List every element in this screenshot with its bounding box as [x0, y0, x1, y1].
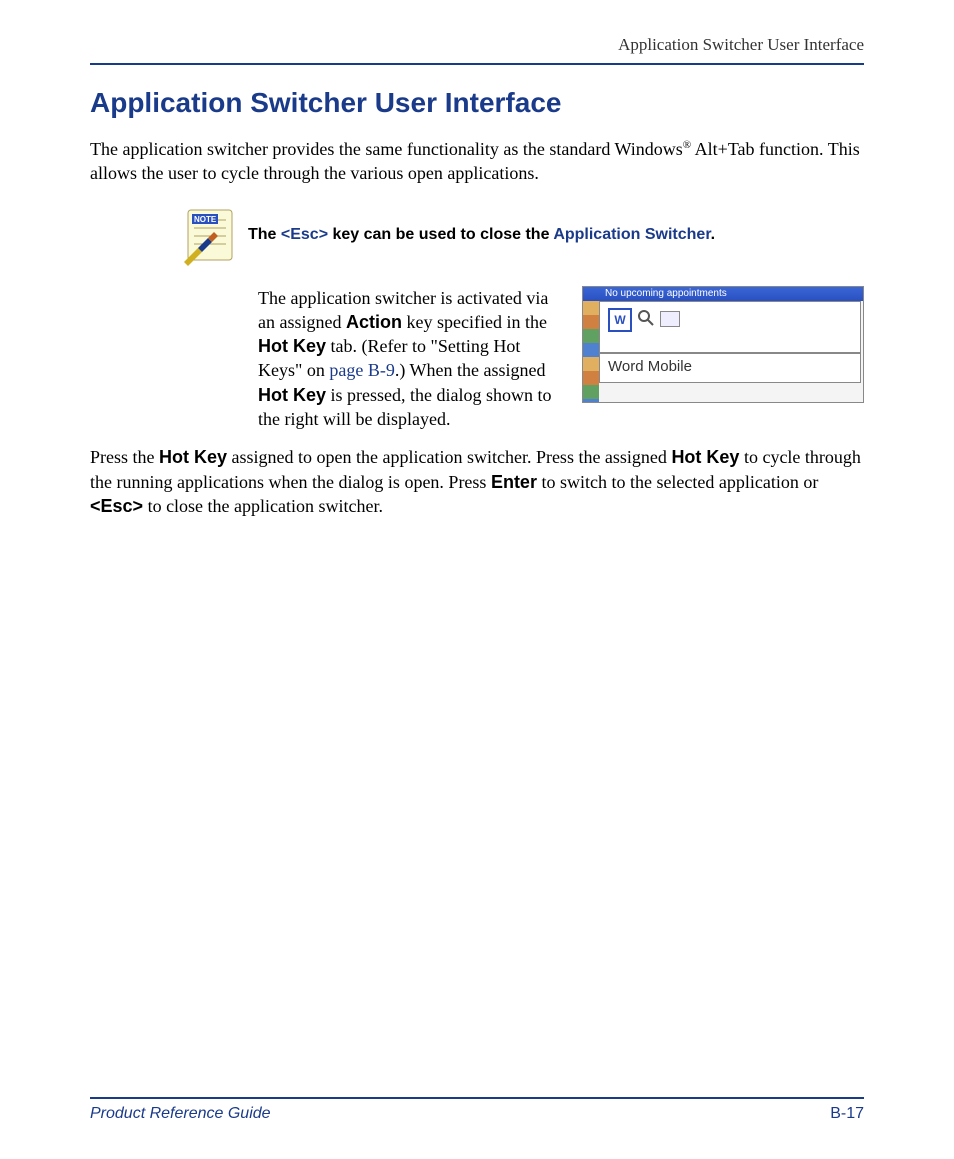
note-appsw: Application Switcher	[553, 226, 710, 243]
section-heading: Application Switcher User Interface	[90, 87, 864, 119]
p2-hk2: Hot Key	[258, 385, 326, 405]
p3-s5: to close the applica­tion switcher.	[143, 496, 383, 516]
intro-pre: The application switcher provides the sa…	[90, 139, 683, 159]
p3-s1: Press the	[90, 447, 159, 467]
note-t1: The	[248, 226, 281, 243]
p2-s2: key specified in the	[402, 312, 547, 332]
screenshot-icon-panel: W	[599, 301, 861, 353]
p3-esc: <Esc>	[90, 496, 143, 516]
app-switcher-screenshot: No upcoming appointments W Word Mobile	[582, 286, 864, 403]
note-icon: NOTE	[180, 204, 240, 266]
note-t3: .	[711, 226, 715, 243]
p3-hk1: Hot Key	[159, 447, 227, 467]
running-header: Application Switcher User Interface	[90, 35, 864, 65]
magnifier-icon	[636, 308, 656, 328]
footer-page-number: B-17	[830, 1105, 864, 1123]
screenshot-topbar-text: No upcoming appointments	[605, 287, 727, 301]
page-ref-link[interactable]: page B-9	[329, 360, 394, 380]
word-icon: W	[608, 308, 632, 332]
svg-text:NOTE: NOTE	[194, 215, 217, 224]
page-footer: Product Reference Guide B-17	[90, 1097, 864, 1123]
usage-paragraph: Press the Hot Key assigned to open the a…	[90, 445, 864, 518]
document-icon	[660, 311, 680, 327]
activation-paragraph: The application switcher is activated vi…	[258, 286, 554, 432]
intro-paragraph: The application switcher provides the sa…	[90, 137, 864, 186]
p2-s4: .) When the assigned	[395, 360, 546, 380]
p3-s4: to switch to the selected application or	[537, 472, 818, 492]
note-callout: NOTE The <Esc> key can be used to close …	[180, 204, 864, 266]
p3-hk2: Hot Key	[671, 447, 739, 467]
p2-hk1: Hot Key	[258, 336, 326, 356]
p2-action: Action	[346, 312, 402, 332]
note-t2: key can be used to close the	[328, 226, 553, 243]
p3-s2: assigned to open the application switche…	[227, 447, 671, 467]
registered-mark: ®	[683, 139, 691, 151]
note-text: The <Esc> key can be used to close the A…	[248, 226, 715, 244]
footer-guide-name: Product Reference Guide	[90, 1105, 271, 1123]
screenshot-selected-app: Word Mobile	[599, 353, 861, 383]
p3-enter: Enter	[491, 472, 537, 492]
note-esc: <Esc>	[281, 226, 328, 243]
